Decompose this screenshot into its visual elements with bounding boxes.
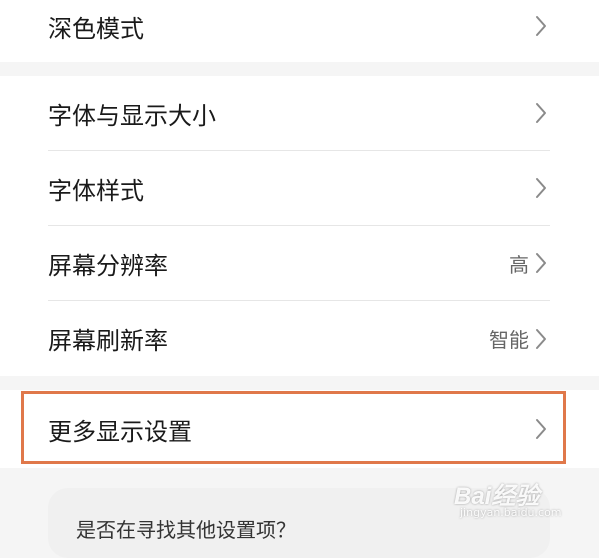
settings-row-label: 更多显示设置 [48,417,192,446]
chevron-right-icon [535,102,547,124]
chevron-right-icon [535,418,547,440]
settings-row-more-display[interactable]: 更多显示设置 [0,390,599,468]
settings-row-dark-mode[interactable]: 深色模式 [0,0,599,52]
settings-row-font-display-size[interactable]: 字体与显示大小 [0,76,599,150]
search-suggestion-text: 是否在寻找其他设置项？ [76,518,296,542]
settings-row-label: 深色模式 [48,14,144,43]
settings-row-label: 字体与显示大小 [48,101,216,130]
settings-card-more: 更多显示设置 [0,390,599,468]
settings-row-refresh-rate[interactable]: 屏幕刷新率 智能 [0,301,599,376]
settings-row-label: 屏幕分辨率 [48,251,168,280]
settings-row-screen-resolution[interactable]: 屏幕分辨率 高 [0,226,599,300]
settings-card-display: 字体与显示大小 字体样式 屏幕分辨率 高 屏幕刷新率 智能 [0,76,599,376]
settings-row-label: 屏幕刷新率 [48,327,168,355]
settings-row-font-style[interactable]: 字体样式 [0,151,599,225]
chevron-right-icon [535,15,547,37]
settings-row-label: 字体样式 [48,176,144,205]
chevron-right-icon [535,252,547,274]
settings-row-value: 智能 [489,328,529,352]
chevron-right-icon [535,177,547,199]
chevron-right-icon [535,328,547,350]
search-suggestion-card[interactable]: 是否在寻找其他设置项？ [48,488,550,558]
settings-row-value: 高 [509,252,529,277]
settings-card-top: 深色模式 [0,0,599,62]
